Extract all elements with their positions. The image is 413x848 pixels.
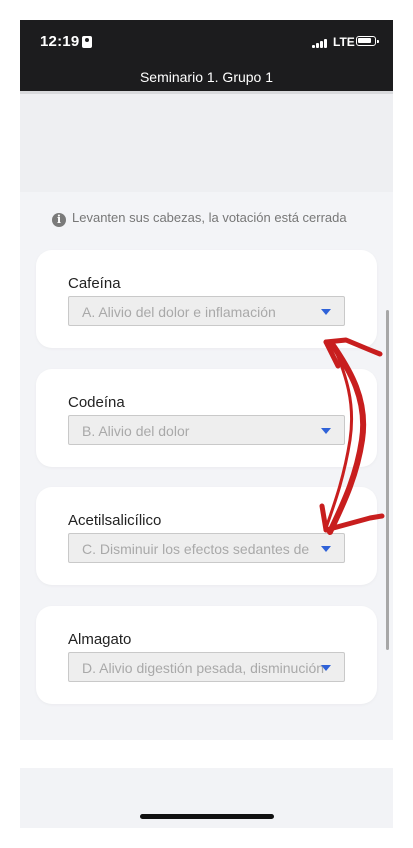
signal-icon	[312, 38, 330, 48]
scrollbar[interactable]	[386, 310, 389, 650]
question-label: Codeína	[68, 394, 125, 411]
page-title: Seminario 1. Grupo 1	[139, 69, 274, 85]
answer-select[interactable]: D. Alivio digestión pesada, disminución	[68, 652, 345, 682]
answer-select[interactable]: A. Alivio del dolor e inflamación	[68, 296, 345, 326]
chevron-down-icon	[321, 428, 331, 434]
id-card-icon	[82, 36, 92, 48]
status-bar: 12:19 LTE	[20, 20, 393, 64]
battery-icon	[356, 36, 379, 46]
select-value: A. Alivio del dolor e inflamación	[82, 304, 276, 320]
select-value: B. Alivio del dolor	[82, 423, 190, 439]
voting-closed-notice: i Levanten sus cabezas, la votación está …	[52, 210, 347, 227]
notice-text: Levanten sus cabezas, la votación está c…	[72, 210, 347, 225]
question-card: Almagato D. Alivio digestión pesada, dis…	[36, 606, 377, 704]
question-label: Cafeína	[68, 275, 121, 292]
question-label: Almagato	[68, 631, 132, 648]
chevron-down-icon	[321, 309, 331, 315]
info-icon: i	[52, 213, 66, 227]
phone-screen: 12:19 LTE Seminario 1. Grupo 1 i Levanten…	[20, 20, 393, 828]
answer-select[interactable]: C. Disminuir los efectos sedantes de	[68, 533, 345, 563]
question-card: Acetilsalicílico C. Disminuir los efecto…	[36, 487, 377, 585]
question-card: Cafeína A. Alivio del dolor e inflamació…	[36, 250, 377, 348]
network-type: LTE	[333, 35, 355, 49]
bottom-bar	[20, 768, 393, 828]
select-value: C. Disminuir los efectos sedantes de	[82, 541, 310, 557]
select-value: D. Alivio digestión pesada, disminución	[82, 660, 325, 676]
chevron-down-icon	[321, 546, 331, 552]
section-divider	[20, 740, 393, 768]
status-time: 12:19	[40, 33, 80, 50]
question-card: Codeína B. Alivio del dolor	[36, 369, 377, 467]
header: Seminario 1. Grupo 1	[20, 64, 393, 94]
chevron-down-icon	[321, 665, 331, 671]
answer-select[interactable]: B. Alivio del dolor	[68, 415, 345, 445]
question-label: Acetilsalicílico	[68, 512, 162, 529]
home-indicator[interactable]	[140, 814, 274, 819]
top-spacer	[20, 94, 393, 192]
